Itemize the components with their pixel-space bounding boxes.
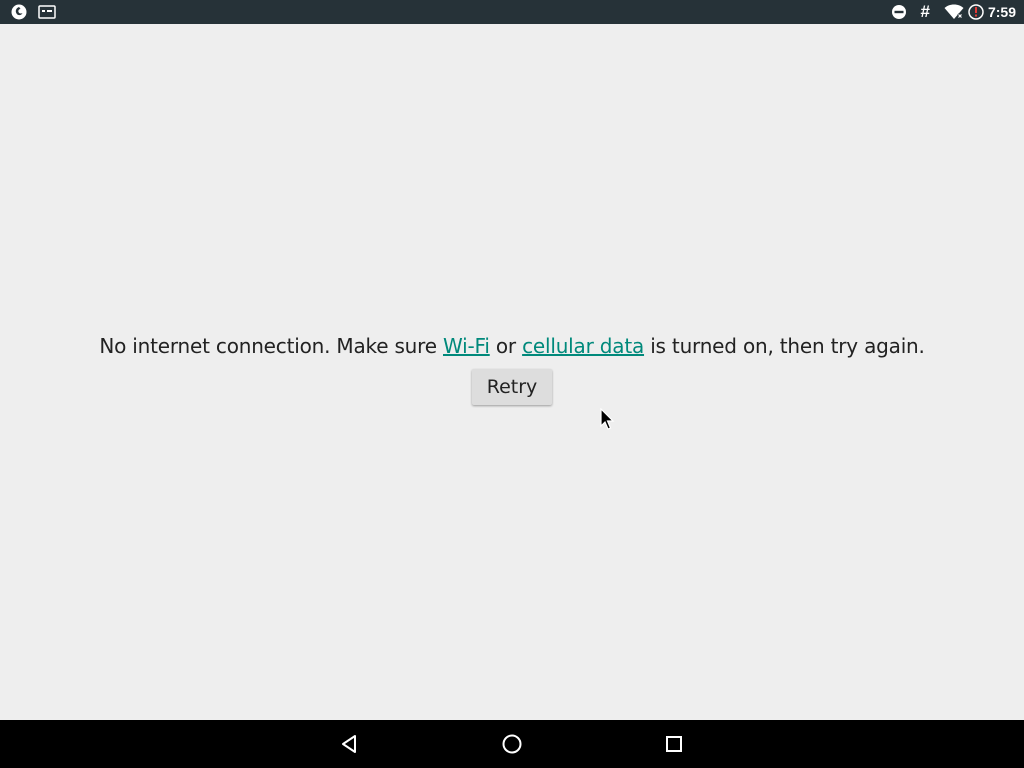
main-content: No internet connection. Make sure Wi-Fi … (0, 24, 1024, 720)
mouse-cursor-icon (600, 408, 615, 430)
firefox-icon (10, 3, 28, 21)
navigation-bar (0, 720, 1024, 768)
dnd-icon (891, 4, 907, 20)
clock-time: 7:59 (987, 4, 1016, 20)
screen-icon (38, 5, 56, 19)
status-bar-left (10, 3, 56, 21)
message-text-end: is turned on, then try again. (644, 334, 925, 358)
alert-icon (968, 3, 984, 21)
status-bar: # 7:59 (0, 0, 1024, 24)
retry-button[interactable]: Retry (472, 369, 552, 405)
wifi-link[interactable]: Wi-Fi (443, 334, 490, 358)
message-text-start: No internet connection. Make sure (99, 334, 443, 358)
back-icon[interactable] (338, 732, 362, 756)
home-icon[interactable] (500, 732, 524, 756)
message-text-or: or (489, 334, 523, 358)
wifi-icon (944, 4, 964, 20)
status-bar-right: # 7:59 (891, 2, 1016, 22)
recents-icon[interactable] (662, 732, 686, 756)
hash-icon: # (920, 2, 930, 21)
no-connection-message: No internet connection. Make sure Wi-Fi … (0, 334, 1024, 358)
cellular-data-link[interactable]: cellular data (522, 334, 644, 358)
